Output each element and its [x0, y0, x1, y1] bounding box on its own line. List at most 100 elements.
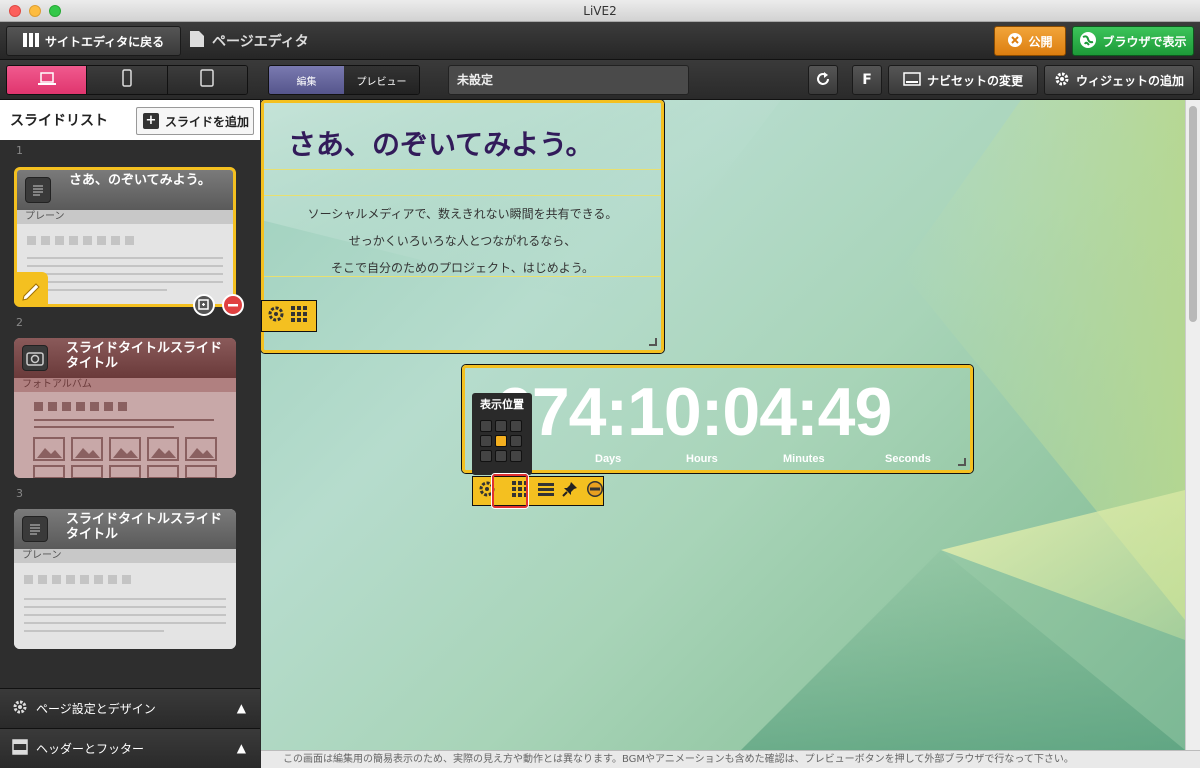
- copy-icon: [195, 299, 213, 318]
- slide-heading[interactable]: さあ、のぞいてみよう。: [288, 123, 593, 163]
- minutes-label: Minutes: [783, 453, 825, 465]
- layer-stack-icon[interactable]: [537, 480, 555, 502]
- slide-title: さあ、のぞいてみよう。: [69, 173, 211, 188]
- pin-icon[interactable]: [561, 480, 579, 502]
- phone-view-button[interactable]: [87, 66, 168, 94]
- chevron-up-icon: ▲: [236, 741, 246, 755]
- publish-icon: [1007, 32, 1023, 51]
- desktop-view-button[interactable]: [7, 66, 88, 94]
- add-slide-button[interactable]: + スライドを追加: [136, 107, 254, 135]
- slide-title: スライドタイトルスライドタイトル: [66, 341, 223, 371]
- countdown-value: 674:10:04:49: [495, 374, 892, 450]
- tablet-icon: [200, 69, 215, 91]
- slide-preview-graphic: [27, 236, 223, 291]
- countdown-widget[interactable]: 674:10:04:49 Days Hours Minutes Seconds: [462, 365, 973, 473]
- slide-number: 1: [16, 144, 23, 157]
- slide-body-text[interactable]: ソーシャルメディアで、数えきれない瞬間を共有できる。 せっかくいろいろな人とつな…: [264, 201, 661, 282]
- slide-preview-graphic: [33, 402, 217, 478]
- slide-card-header: スライドタイトルスライドタイトル: [14, 338, 236, 378]
- refresh-button[interactable]: [808, 65, 838, 95]
- divider: [264, 195, 661, 196]
- plain-slide-icon: [22, 516, 48, 542]
- camera-icon: [22, 345, 48, 371]
- body-line: ソーシャルメディアで、数えきれない瞬間を共有できる。: [307, 207, 618, 221]
- add-widget-button[interactable]: ウィジェットの追加: [1044, 65, 1194, 95]
- page-title: ページエディタ: [190, 26, 309, 56]
- position-grid-icon[interactable]: [290, 305, 308, 327]
- back-label: サイトエディタに戻る: [45, 34, 165, 49]
- resize-handle-icon[interactable]: [649, 338, 657, 346]
- slide-list-sidebar: スライドリスト + スライドを追加 1 さあ、のぞいてみよう。 プレーン 2 ス…: [0, 100, 260, 768]
- position-cell[interactable]: [510, 420, 522, 432]
- position-button-highlight: [492, 474, 528, 508]
- position-cell[interactable]: [480, 435, 492, 447]
- slide-number: 3: [16, 487, 23, 500]
- header-footer-label: ヘッダーとフッター: [36, 742, 145, 756]
- slide-preview: [14, 563, 236, 649]
- position-cell[interactable]: [495, 450, 507, 462]
- close-window-button[interactable]: [9, 5, 21, 17]
- navset-label: ナビセットの変更: [926, 73, 1023, 88]
- position-cell[interactable]: [495, 420, 507, 432]
- position-cell[interactable]: [510, 450, 522, 462]
- slide-card-3[interactable]: スライドタイトルスライドタイトル プレーン: [14, 509, 236, 649]
- page-setting-field[interactable]: 未設定: [448, 65, 689, 95]
- zoom-window-button[interactable]: [49, 5, 61, 17]
- widget-add-label: ウィジェットの追加: [1075, 73, 1184, 88]
- body-line: せっかくいろいろな人とつながれるなら、: [348, 234, 577, 248]
- editor-canvas: さあ、のぞいてみよう。 ソーシャルメディアで、数えきれない瞬間を共有できる。 せ…: [261, 100, 1185, 750]
- slide-type-label: プレーン: [17, 210, 233, 224]
- editor-toolbar: 編集 プレビュー 未設定 F ナビセットの変更 ウィジェットの追加: [0, 60, 1200, 100]
- footer-note: この画面は編集用の簡易表示のため、実際の見え方や動作とは異なります。BGMやアニ…: [261, 750, 1200, 768]
- window-title: LiVE2: [583, 4, 617, 18]
- top-bar: サイトエディタに戻る ページエディタ 公開 ブラウザで表示: [0, 22, 1200, 60]
- publish-button[interactable]: 公開: [994, 26, 1066, 56]
- position-cell[interactable]: [510, 435, 522, 447]
- pencil-icon: [14, 283, 48, 310]
- text-widget-controls: [261, 300, 317, 332]
- page-settings-accordion[interactable]: ページ設定とデザイン ▲: [0, 688, 260, 728]
- resize-handle-icon[interactable]: [958, 458, 966, 466]
- divider: [264, 276, 661, 277]
- slide-card-header: スライドタイトルスライドタイトル: [14, 509, 236, 549]
- slide-card-2[interactable]: スライドタイトルスライドタイトル フォトアルバム: [14, 338, 236, 478]
- position-label: 表示位置: [480, 398, 524, 411]
- remove-widget-icon[interactable]: [585, 479, 605, 503]
- scrollbar-thumb[interactable]: [1189, 106, 1197, 322]
- header-footer-accordion[interactable]: ヘッダーとフッター ▲: [0, 728, 260, 768]
- slide-preview: [17, 224, 233, 304]
- position-cell-selected[interactable]: [495, 435, 507, 447]
- publish-label: 公開: [1028, 34, 1053, 49]
- days-label: Days: [595, 453, 622, 465]
- tablet-view-button[interactable]: [167, 66, 247, 94]
- back-to-site-editor-button[interactable]: サイトエディタに戻る: [6, 26, 181, 56]
- duplicate-slide-button[interactable]: [193, 294, 215, 316]
- slide-preview-graphic: [24, 575, 226, 632]
- delete-slide-button[interactable]: [222, 294, 244, 316]
- slide-list-title: スライドリスト: [10, 113, 108, 129]
- page-settings-label: ページ設定とデザイン: [36, 702, 156, 716]
- position-cell[interactable]: [480, 420, 492, 432]
- change-navset-button[interactable]: ナビセットの変更: [888, 65, 1038, 95]
- navset-icon: [903, 71, 921, 89]
- device-switcher: [6, 65, 248, 95]
- f-button[interactable]: F: [852, 65, 882, 95]
- view-in-browser-button[interactable]: ブラウザで表示: [1072, 26, 1194, 56]
- slide-type-label: フォトアルバム: [14, 378, 236, 392]
- position-cell[interactable]: [480, 450, 492, 462]
- gear-icon[interactable]: [266, 304, 286, 328]
- hours-label: Hours: [686, 453, 718, 465]
- slide-card-header: さあ、のぞいてみよう。: [17, 170, 233, 210]
- laptop-icon: [37, 71, 57, 90]
- browser-label: ブラウザで表示: [1102, 34, 1187, 49]
- preview-mode-tab[interactable]: プレビュー: [344, 66, 419, 94]
- text-widget[interactable]: さあ、のぞいてみよう。 ソーシャルメディアで、数えきれない瞬間を共有できる。 せ…: [261, 100, 664, 353]
- page-icon: [190, 31, 204, 51]
- plain-slide-icon: [25, 177, 51, 203]
- edit-slide-button[interactable]: [14, 272, 48, 306]
- minimize-window-button[interactable]: [29, 5, 41, 17]
- globe-icon: [1079, 31, 1097, 52]
- edit-mode-tab[interactable]: 編集: [269, 66, 344, 94]
- vertical-scrollbar[interactable]: [1185, 100, 1200, 750]
- window-controls: [9, 5, 61, 17]
